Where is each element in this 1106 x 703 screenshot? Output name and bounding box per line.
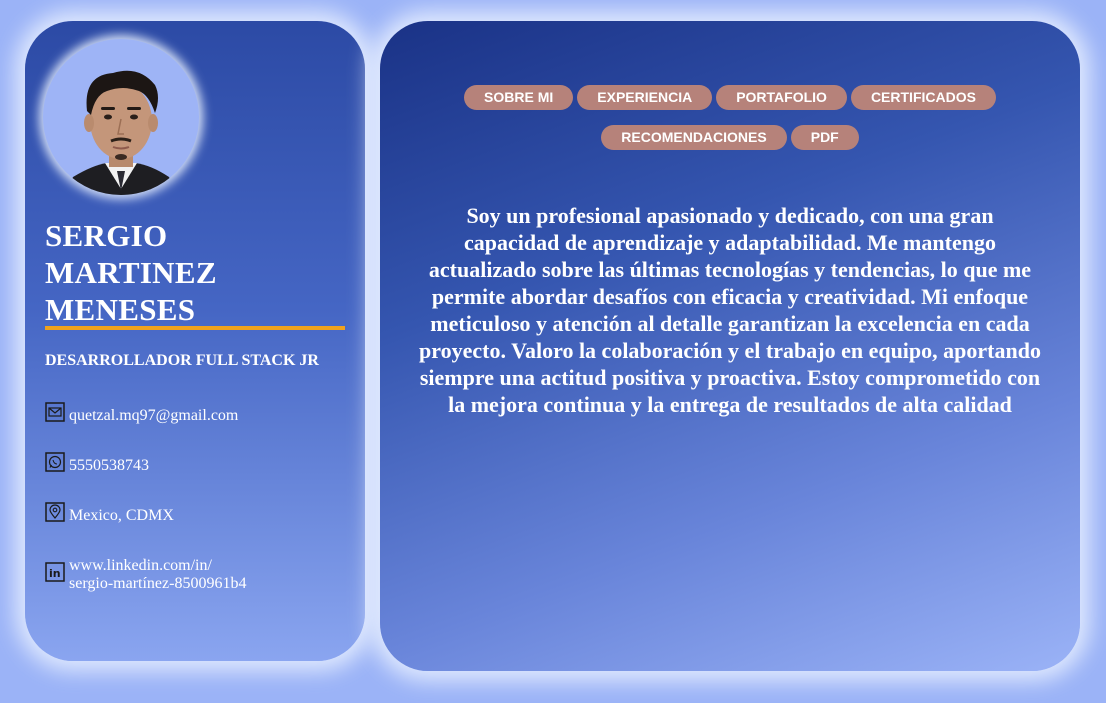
- profile-sidebar: SERGIO MARTINEZ MENESES DESARROLLADOR FU…: [25, 21, 365, 661]
- mail-icon: [45, 402, 65, 422]
- nav-pdf-button[interactable]: PDF: [790, 125, 859, 150]
- about-text: Soy un profesional apasionado y dedicado…: [419, 203, 1041, 417]
- job-title: DESARROLLADOR FULL STACK JR: [45, 352, 319, 369]
- phone-text: 5550538743: [69, 457, 149, 474]
- section-nav: SOBRE MI EXPERIENCIA PORTAFOLIO CERTIFIC…: [460, 85, 1000, 150]
- name-line: MARTINEZ: [45, 255, 217, 290]
- nav-sobre-mi-button[interactable]: SOBRE MI: [464, 85, 574, 110]
- linkedin-text[interactable]: www.linkedin.com/in/ sergio-martínez-850…: [69, 557, 246, 593]
- avatar: [43, 39, 199, 195]
- profile-photo: [65, 70, 177, 195]
- full-name: SERGIO MARTINEZ MENESES: [45, 217, 345, 328]
- linkedin-text-line: sergio-martínez-8500961b4: [69, 575, 247, 592]
- location-pin-icon: [45, 502, 65, 522]
- linkedin-icon: in: [45, 562, 65, 582]
- nav-recomendaciones-button[interactable]: RECOMENDACIONES: [601, 125, 787, 150]
- main-panel: SOBRE MI EXPERIENCIA PORTAFOLIO CERTIFIC…: [380, 21, 1080, 671]
- contact-phone[interactable]: 5550538743: [45, 452, 149, 475]
- name-line: MENESES: [45, 292, 196, 327]
- whatsapp-icon: [45, 452, 65, 472]
- svg-text:in: in: [49, 567, 61, 580]
- email-text: quetzal.mq97@gmail.com: [69, 407, 239, 424]
- nav-certificados-button[interactable]: CERTIFICADOS: [850, 85, 996, 110]
- nav-experiencia-button[interactable]: EXPERIENCIA: [577, 85, 713, 110]
- contact-linkedin[interactable]: in www.linkedin.com/in/ sergio-martínez-…: [45, 557, 246, 593]
- nav-portafolio-button[interactable]: PORTAFOLIO: [716, 85, 847, 110]
- name-line: SERGIO: [45, 218, 168, 253]
- contact-location: Mexico, CDMX: [45, 502, 174, 525]
- location-text: Mexico, CDMX: [69, 507, 174, 524]
- name-underline: [45, 326, 345, 330]
- contact-email[interactable]: quetzal.mq97@gmail.com: [45, 402, 239, 425]
- linkedin-text-line: www.linkedin.com/in/: [69, 557, 212, 574]
